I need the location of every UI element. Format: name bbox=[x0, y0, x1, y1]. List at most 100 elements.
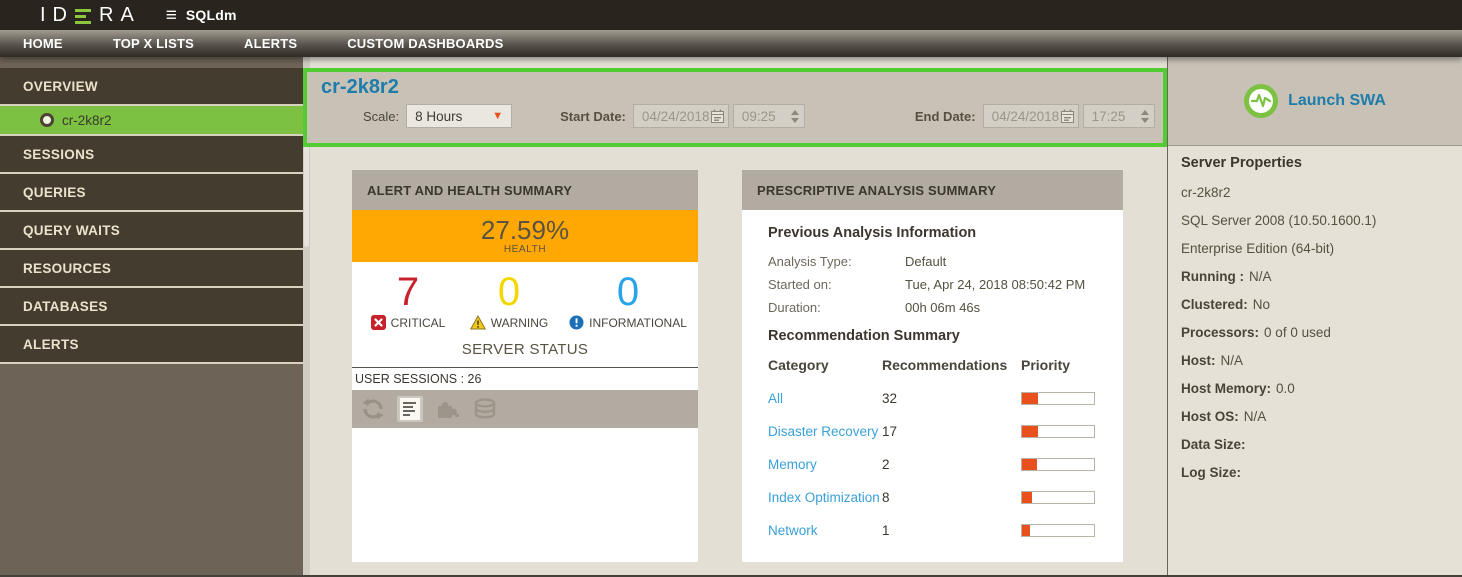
swa-pulse-icon bbox=[1244, 84, 1279, 118]
end-time-input-wrap bbox=[1082, 104, 1155, 128]
server-status-label: SERVER STATUS bbox=[461, 341, 589, 358]
alert-panel-footer bbox=[352, 390, 698, 428]
start-time-spinner[interactable] bbox=[790, 109, 799, 123]
server-header-highlight: cr-2k8r2 Scale: 8 Hours ▼ Start Date: 04… bbox=[303, 68, 1167, 147]
end-calendar-icon[interactable] bbox=[1060, 109, 1074, 123]
dropdown-arrow-icon: ▼ bbox=[492, 109, 504, 122]
end-date-input-wrap bbox=[982, 104, 1079, 128]
informational-label: INFORMATIONAL bbox=[589, 315, 687, 330]
logo-text-suffix: RA bbox=[99, 3, 141, 26]
category-link-index-optimization[interactable]: Index Optimization bbox=[768, 490, 882, 505]
category-link-memory[interactable]: Memory bbox=[768, 457, 882, 472]
analysis-type-row: Analysis Type: Default bbox=[768, 254, 947, 269]
recommendation-row: Disaster Recovery 17 bbox=[768, 424, 1123, 439]
property-host-memory: Host Memory: 0.0 bbox=[1181, 381, 1295, 396]
property-log-size: Log Size: bbox=[1181, 465, 1241, 480]
sidebar-item-alerts[interactable]: ALERTS bbox=[0, 326, 303, 364]
warning-count: 0 bbox=[497, 270, 521, 314]
end-date-label: End Date: bbox=[914, 108, 976, 124]
report-icon[interactable] bbox=[397, 396, 423, 422]
previous-analysis-heading: Previous Analysis Information bbox=[768, 225, 977, 241]
sidebar-item-databases[interactable]: DATABASES bbox=[0, 288, 303, 326]
idera-logo: ID RA bbox=[40, 4, 141, 27]
start-calendar-icon[interactable] bbox=[710, 109, 724, 123]
nav-alerts[interactable]: ALERTS bbox=[244, 36, 297, 51]
server-ring-icon bbox=[40, 113, 54, 127]
sidebar-item-label: QUERIES bbox=[23, 184, 86, 200]
sidebar-item-label: cr-2k8r2 bbox=[62, 112, 112, 128]
priority-bar bbox=[1021, 458, 1095, 471]
critical-group: 7 CRITICAL bbox=[360, 270, 456, 330]
prescriptive-analysis-panel: PRESCRIPTIVE ANALYSIS SUMMARY Previous A… bbox=[742, 170, 1123, 562]
sidebar-item-label: DATABASES bbox=[23, 298, 108, 314]
end-time-spinner[interactable] bbox=[1140, 109, 1149, 123]
database-icon[interactable] bbox=[472, 397, 499, 421]
start-date-input-wrap bbox=[632, 104, 729, 128]
column-recommendations: Recommendations bbox=[882, 357, 1008, 373]
property-clustered: Clustered: No bbox=[1181, 297, 1271, 312]
launch-swa-button[interactable]: Launch SWA bbox=[1168, 57, 1462, 146]
scale-dropdown[interactable]: 8 Hours ▼ bbox=[406, 104, 513, 128]
sidebar-item-server-cr-2k8r2[interactable]: cr-2k8r2 bbox=[0, 106, 303, 136]
category-link-disaster-recovery[interactable]: Disaster Recovery bbox=[768, 424, 882, 439]
alert-counts: 7 CRITICAL 0 WARNING 0 INFORMATIONAL bbox=[352, 262, 698, 330]
recommendation-row: Memory 2 bbox=[768, 457, 1123, 472]
sidebar-item-overview[interactable]: OVERVIEW bbox=[0, 68, 303, 106]
app-name: SQLdm bbox=[185, 7, 237, 23]
start-time-input[interactable] bbox=[733, 108, 789, 124]
start-date-input[interactable] bbox=[633, 108, 711, 124]
property-edition: Enterprise Edition (64-bit) bbox=[1181, 241, 1335, 256]
priority-bar bbox=[1021, 425, 1095, 438]
sidebar-item-resources[interactable]: RESOURCES bbox=[0, 250, 303, 288]
category-link-network[interactable]: Network bbox=[768, 523, 882, 538]
duration-row: Duration: 00h 06m 46s bbox=[768, 300, 981, 315]
start-time-input-wrap bbox=[732, 104, 805, 128]
info-icon bbox=[569, 315, 584, 330]
sidebar: OVERVIEW cr-2k8r2 SESSIONS QUERIES QUERY… bbox=[0, 57, 303, 575]
recommendation-summary-heading: Recommendation Summary bbox=[768, 328, 960, 344]
critical-label: CRITICAL bbox=[390, 315, 446, 330]
warning-group: 0 WARNING bbox=[458, 270, 560, 330]
end-date-input[interactable] bbox=[983, 108, 1061, 124]
logo-e-bars-icon bbox=[75, 8, 91, 24]
time-controls: Scale: 8 Hours ▼ Start Date: 04/24/2018 … bbox=[363, 104, 1163, 128]
recommendation-row: Network 1 bbox=[768, 523, 1123, 538]
refresh-icon[interactable] bbox=[361, 397, 385, 421]
warning-label: WARNING bbox=[490, 315, 549, 330]
priority-bar bbox=[1021, 524, 1095, 537]
end-time-input[interactable] bbox=[1083, 108, 1139, 124]
recommendation-row: All 32 bbox=[768, 391, 1123, 406]
property-server-name: cr-2k8r2 bbox=[1181, 185, 1231, 200]
warning-icon bbox=[469, 315, 486, 330]
main-nav: HOME TOP X LISTS ALERTS CUSTOM DASHBOARD… bbox=[0, 30, 1462, 57]
sidebar-item-sessions[interactable]: SESSIONS bbox=[0, 136, 303, 174]
server-properties-heading: Server Properties bbox=[1181, 155, 1302, 171]
hamburger-menu-icon[interactable]: ≡ bbox=[166, 6, 177, 25]
informational-group: 0 INFORMATIONAL bbox=[562, 270, 694, 330]
logo-text-prefix: ID bbox=[40, 3, 74, 26]
alert-panel-header: ALERT AND HEALTH SUMMARY bbox=[352, 170, 698, 210]
sidebar-item-label: QUERY WAITS bbox=[23, 222, 121, 238]
scrollbar-thumb[interactable] bbox=[304, 139, 309, 247]
prescriptive-panel-header: PRESCRIPTIVE ANALYSIS SUMMARY bbox=[742, 170, 1123, 210]
category-link-all[interactable]: All bbox=[768, 391, 882, 406]
user-sessions: USER SESSIONS : 26 bbox=[352, 367, 698, 390]
column-category: Category bbox=[768, 357, 829, 373]
sidebar-item-queries[interactable]: QUERIES bbox=[0, 174, 303, 212]
property-host-os: Host OS: N/A bbox=[1181, 409, 1267, 424]
start-date-group: Start Date: bbox=[560, 104, 805, 128]
puzzle-icon[interactable] bbox=[435, 397, 460, 421]
critical-count: 7 bbox=[396, 270, 420, 314]
nav-home[interactable]: HOME bbox=[23, 36, 63, 51]
informational-count: 0 bbox=[616, 270, 640, 314]
priority-bar bbox=[1021, 392, 1095, 405]
page-title: cr-2k8r2 bbox=[321, 76, 399, 98]
sidebar-item-query-waits[interactable]: QUERY WAITS bbox=[0, 212, 303, 250]
property-data-size: Data Size: bbox=[1181, 437, 1246, 452]
property-running: Running : N/A bbox=[1181, 269, 1272, 284]
nav-custom-dashboards[interactable]: CUSTOM DASHBOARDS bbox=[347, 36, 503, 51]
nav-top-x-lists[interactable]: TOP X LISTS bbox=[113, 36, 194, 51]
critical-icon bbox=[370, 315, 386, 330]
end-date-group: End Date: bbox=[915, 104, 1155, 128]
sidebar-item-label: RESOURCES bbox=[23, 260, 112, 276]
